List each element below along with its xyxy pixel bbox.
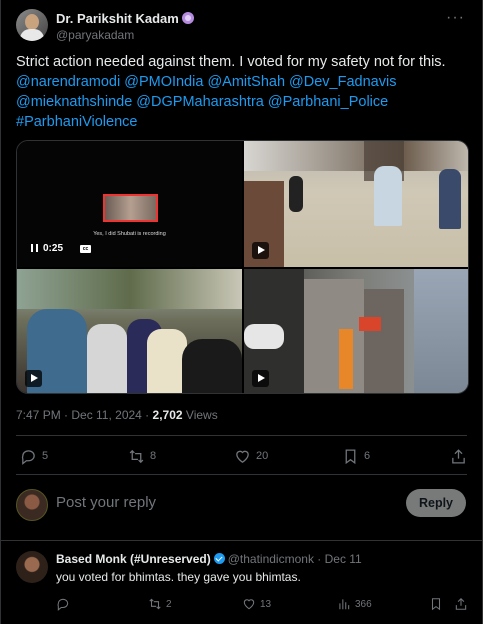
hashtag-link[interactable]: #ParbhaniViolence <box>16 112 471 132</box>
comment-author-handle[interactable]: @thatindicmonk · Dec 11 <box>228 552 362 566</box>
media-grid: Yes, I did Shubati is recording 0:25 cc <box>16 140 469 394</box>
current-user-avatar[interactable] <box>16 489 48 521</box>
pause-icon[interactable] <box>31 244 38 252</box>
heart-icon <box>243 599 255 610</box>
comment-author-avatar[interactable] <box>16 551 48 583</box>
divider <box>16 435 467 436</box>
retweet-icon <box>149 598 161 610</box>
video-time[interactable]: 0:25 <box>31 243 63 254</box>
views-label: Views <box>185 408 218 422</box>
affiliate-badge-icon <box>181 12 194 24</box>
like-count: 20 <box>256 450 269 462</box>
share-icon <box>455 598 467 610</box>
bookmark-count: 6 <box>364 450 371 462</box>
bookmark-button[interactable]: 6 <box>342 447 370 465</box>
divider <box>1 540 482 541</box>
reply-icon <box>21 449 35 465</box>
reply-button[interactable]: 5 <box>20 447 48 465</box>
bookmark-icon <box>431 598 441 611</box>
tweet-action-bar: 5 8 20 6 <box>16 447 467 465</box>
tweet-text: Strict action needed against them. I vot… <box>16 52 471 132</box>
comment-like-button[interactable]: 13 <box>242 596 271 612</box>
captions-icon[interactable]: cc <box>80 245 91 253</box>
divider <box>16 474 467 475</box>
more-options-icon[interactable]: ··· <box>446 9 465 27</box>
play-icon[interactable] <box>252 242 269 259</box>
tweet-header: Dr. Parikshit Kadam @paryakadam ··· <box>16 9 467 43</box>
comment-text: you voted for bhimtas. they gave you bhi… <box>56 570 301 584</box>
like-button[interactable]: 20 <box>234 447 268 465</box>
comment-reply-button[interactable] <box>56 596 74 612</box>
retweet-button[interactable]: 8 <box>128 447 156 465</box>
reply-count: 5 <box>42 450 49 462</box>
comment-views-count: 366 <box>355 598 372 610</box>
play-icon[interactable] <box>25 370 42 387</box>
media-tile-building[interactable] <box>244 269 468 393</box>
author-handle[interactable]: @paryakadam <box>56 28 134 42</box>
video-time-label: 0:25 <box>43 243 64 254</box>
heart-icon <box>236 450 249 463</box>
video-tile[interactable]: Yes, I did Shubati is recording 0:25 cc <box>17 141 242 267</box>
author-name[interactable]: Dr. Parikshit Kadam <box>56 11 179 26</box>
comment-views-button[interactable]: 366 <box>337 596 372 612</box>
mentions-line-1[interactable]: @narendramodi @PMOIndia @AmitShah @Dev_F… <box>16 72 471 92</box>
reply-submit-button[interactable]: Reply <box>406 489 466 517</box>
reply-icon <box>57 598 69 611</box>
share-icon <box>452 448 465 464</box>
play-icon[interactable] <box>252 370 269 387</box>
tweet-timestamp[interactable]: 7:47 PM · Dec 11, 2024 · <box>16 408 149 422</box>
comment-like-count: 13 <box>260 598 272 610</box>
media-tile-crowd[interactable] <box>17 269 242 393</box>
comment-retweet-button[interactable]: 2 <box>148 596 172 612</box>
video-caption: Yes, I did Shubati is recording <box>93 231 166 237</box>
verified-badge-icon <box>213 553 225 564</box>
comment-author-name[interactable]: Based Monk (#Unreserved) <box>56 552 211 566</box>
video-frame-thumbnail <box>103 194 158 222</box>
author-name-row[interactable]: Dr. Parikshit Kadam <box>56 11 194 26</box>
comment-action-bar: 2 13 366 <box>56 596 467 612</box>
mentions-line-2[interactable]: @mieknathshinde @DGPMaharashtra @Parbhan… <box>16 92 471 112</box>
bookmark-icon <box>345 448 356 464</box>
comment-author-row: Based Monk (#Unreserved) @thatindicmonk ·… <box>56 552 362 566</box>
retweet-icon <box>129 449 144 463</box>
reply-input[interactable]: Post your reply <box>56 494 156 511</box>
comment-share-button[interactable] <box>454 596 472 612</box>
tweet-detail-panel: Dr. Parikshit Kadam @paryakadam ··· Stri… <box>0 0 483 624</box>
tweet-meta: 7:47 PM · Dec 11, 2024 · 2,702 Views <box>16 408 218 422</box>
media-tile-street[interactable] <box>244 141 468 267</box>
comment-bookmark-button[interactable] <box>429 596 447 612</box>
share-button[interactable] <box>450 447 467 465</box>
tweet-text-plain: Strict action needed against them. I vot… <box>16 54 446 70</box>
author-avatar[interactable] <box>16 9 48 41</box>
comment-retweet-count: 2 <box>166 598 172 610</box>
views-count: 2,702 <box>152 408 183 422</box>
views-chart-icon <box>339 599 350 610</box>
retweet-count: 8 <box>150 450 157 462</box>
